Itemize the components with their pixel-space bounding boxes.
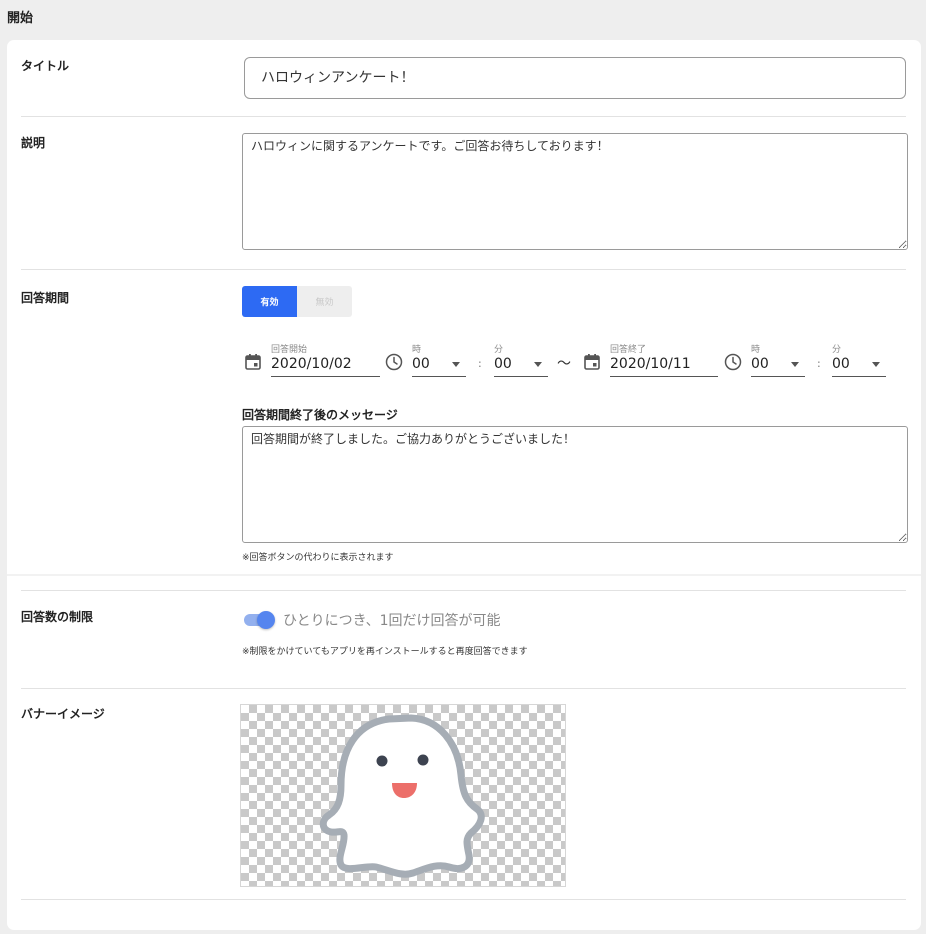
end-hour-text: 00 — [751, 356, 769, 372]
end-hour-label: 時 — [751, 345, 761, 355]
divider — [21, 590, 906, 591]
start-minute-text: 00 — [494, 356, 512, 372]
start-date-label: 回答開始 — [271, 345, 308, 355]
start-hour-text: 00 — [412, 356, 430, 372]
banner-label: バナーイメージ — [21, 707, 105, 721]
title-input[interactable]: ハロウィンアンケート！ — [244, 57, 906, 99]
start-date-value[interactable]: 2020/10/02 — [271, 355, 380, 377]
limit-switch[interactable] — [243, 610, 275, 630]
end-minute-text: 00 — [832, 356, 850, 372]
time-separator: : — [478, 357, 482, 370]
start-hour-label: 時 — [412, 345, 422, 355]
range-separator: 〜 — [557, 356, 571, 372]
divider — [21, 116, 906, 117]
chevron-down-icon — [534, 362, 542, 367]
page-title: 開始 — [7, 11, 34, 26]
settings-card: タイトル ハロウィンアンケート！ 説明 回答期間 有効 無効 回答開始 2020… — [7, 40, 921, 930]
chevron-down-icon — [791, 362, 799, 367]
ghost-icon — [319, 714, 485, 878]
end-minute-value[interactable]: 00 — [832, 355, 886, 377]
period-toggle: 有効 無効 — [242, 286, 352, 317]
limit-hint: ※制限をかけていてもアプリを再インストールすると再度回答できます — [242, 647, 528, 657]
chevron-down-icon — [872, 362, 880, 367]
period-enabled-button[interactable]: 有効 — [242, 286, 297, 317]
end-date-value[interactable]: 2020/10/11 — [610, 355, 718, 377]
start-minute-label: 分 — [494, 345, 504, 355]
after-message-textarea[interactable] — [242, 426, 908, 543]
period-label: 回答期間 — [21, 291, 70, 305]
divider — [21, 269, 906, 270]
banner-image[interactable] — [240, 704, 566, 887]
title-label: タイトル — [21, 59, 70, 73]
clock-icon[interactable] — [385, 353, 403, 371]
divider — [21, 899, 906, 900]
period-disabled-button[interactable]: 無効 — [297, 286, 352, 317]
time-separator: : — [817, 357, 821, 370]
start-minute-value[interactable]: 00 — [494, 355, 548, 377]
clock-icon[interactable] — [724, 353, 742, 371]
after-message-hint: ※回答ボタンの代わりに表示されます — [242, 553, 394, 563]
calendar-icon[interactable] — [244, 353, 262, 371]
end-minute-label: 分 — [832, 345, 842, 355]
limit-label: 回答数の制限 — [21, 610, 94, 624]
description-textarea[interactable] — [242, 133, 908, 250]
description-label: 説明 — [21, 136, 46, 150]
end-date-label: 回答終了 — [610, 345, 647, 355]
switch-thumb — [257, 611, 275, 629]
start-hour-value[interactable]: 00 — [412, 355, 466, 377]
divider — [21, 688, 906, 689]
end-hour-value[interactable]: 00 — [751, 355, 805, 377]
limit-switch-label: ひとりにつき、1回だけ回答が可能 — [283, 613, 501, 629]
chevron-down-icon — [452, 362, 460, 367]
after-message-label: 回答期間終了後のメッセージ — [242, 408, 398, 422]
calendar-icon[interactable] — [583, 353, 601, 371]
